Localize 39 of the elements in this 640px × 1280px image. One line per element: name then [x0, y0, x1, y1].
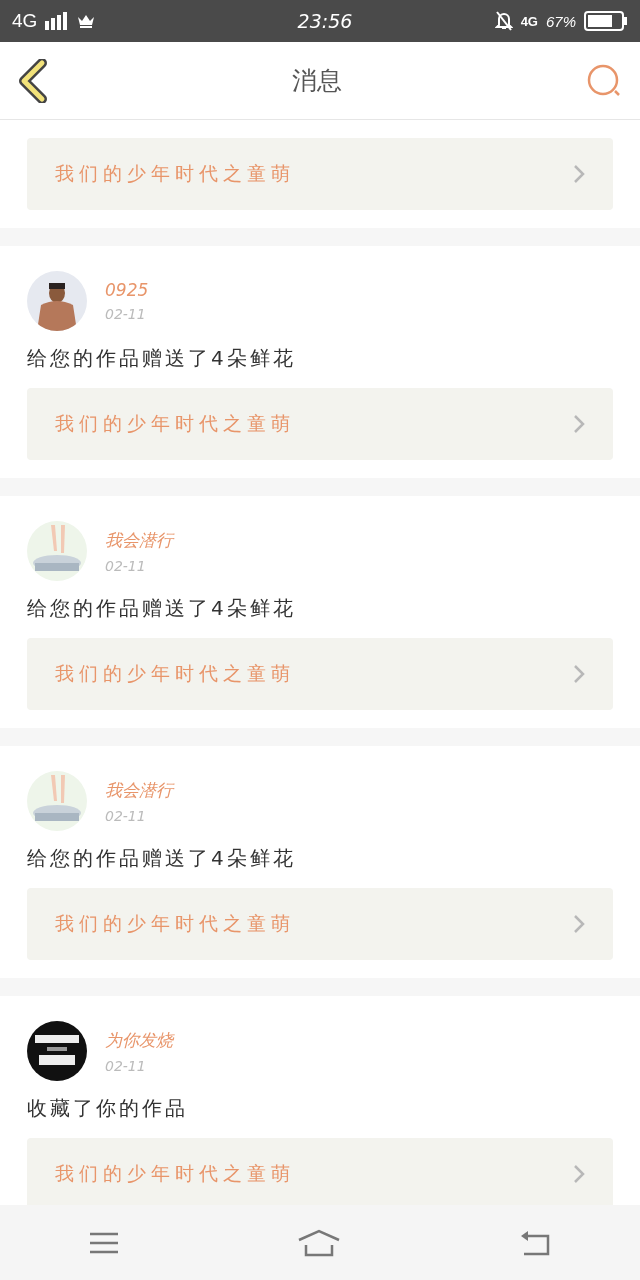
battery-icon [584, 11, 628, 31]
chevron-right-icon [573, 414, 585, 434]
message-text: 给您的作品赠送了4朵鲜花 [27, 595, 297, 622]
work-link[interactable]: 我们的少年时代之童萌 [27, 888, 613, 960]
menu-icon[interactable] [88, 1230, 121, 1255]
user-name[interactable]: 我会潜行 [105, 528, 173, 552]
user-name[interactable]: 0925 [105, 280, 149, 300]
back-icon[interactable] [18, 58, 48, 103]
page-title: 消息 [292, 65, 342, 97]
work-title: 我们的少年时代之童萌 [55, 411, 295, 436]
user-name[interactable]: 我会潜行 [105, 778, 173, 802]
work-title: 我们的少年时代之童萌 [55, 1161, 295, 1186]
data-network-label: 4G [520, 13, 538, 29]
work-link[interactable]: 我们的少年时代之童萌 [27, 138, 613, 210]
message-date: 02-11 [105, 306, 147, 322]
work-link[interactable]: 我们的少年时代之童萌 [27, 388, 613, 460]
work-title: 我们的少年时代之童萌 [55, 661, 295, 686]
work-link[interactable]: 我们的少年时代之童萌 [27, 638, 613, 710]
message-text: 收藏了你的作品 [27, 1095, 189, 1122]
work-title: 我们的少年时代之童萌 [55, 161, 295, 186]
user-name[interactable]: 为你发烧 [105, 1028, 173, 1052]
bell-off-icon [494, 11, 513, 31]
home-icon[interactable] [297, 1228, 341, 1257]
crown-icon [77, 13, 96, 29]
message-date: 02-11 [105, 557, 147, 574]
chevron-right-icon [573, 664, 585, 684]
clock: 23:56 [297, 10, 353, 32]
message-text: 给您的作品赠送了4朵鲜花 [27, 845, 297, 872]
message-date: 02-11 [105, 1057, 147, 1074]
chevron-right-icon [573, 1164, 585, 1184]
network-label: 4G [12, 10, 38, 32]
battery-percent: 67% [545, 12, 576, 30]
work-title: 我们的少年时代之童萌 [55, 911, 295, 936]
signal-icon [45, 12, 70, 30]
message-date: 02-11 [105, 807, 147, 824]
chevron-right-icon [573, 914, 585, 934]
work-link[interactable]: 我们的少年时代之童萌 [27, 1138, 613, 1205]
chevron-right-icon [573, 164, 585, 184]
message-text: 给您的作品赠送了4朵鲜花 [27, 345, 297, 372]
